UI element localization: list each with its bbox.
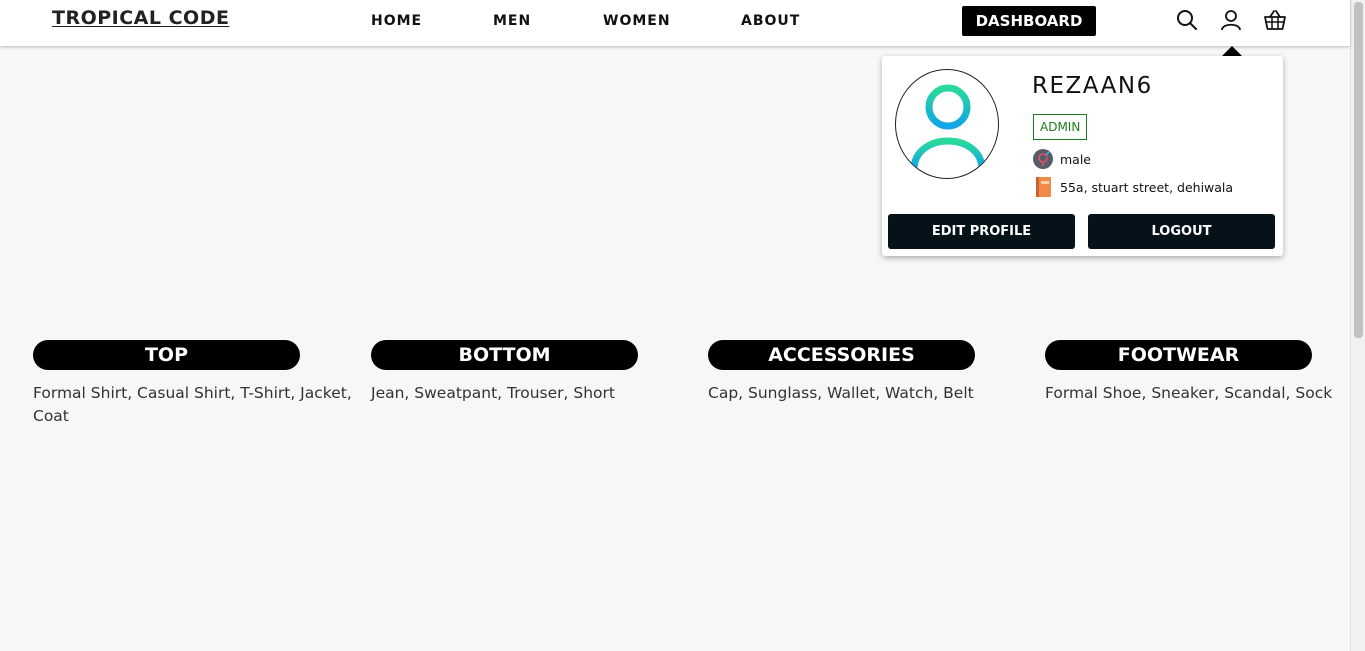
- avatar: [895, 69, 999, 179]
- gender-text: male: [1060, 151, 1091, 167]
- address-text: 55a, stuart street, dehiwala: [1060, 179, 1234, 195]
- gender-icon: [1033, 149, 1053, 169]
- role-badge: ADMIN: [1033, 114, 1088, 140]
- category-items-accessories: Cap, Sunglass, Wallet, Watch, Belt: [708, 384, 974, 402]
- username: REZAAN6: [1032, 73, 1153, 99]
- category-title-accessories[interactable]: ACCESSORIES: [708, 340, 975, 370]
- search-icon[interactable]: [1175, 8, 1199, 32]
- category-items-bottom: Jean, Sweatpant, Trouser, Short: [371, 384, 615, 402]
- gender-row: male: [1033, 149, 1091, 169]
- address-row: 55a, stuart street, dehiwala: [1033, 177, 1233, 197]
- dashboard-button[interactable]: DASHBOARD: [962, 6, 1096, 36]
- user-icon[interactable]: [1219, 8, 1243, 32]
- category-top: TOP Formal Shirt, Casual Shirt, T-Shirt,…: [33, 340, 363, 428]
- nav-women[interactable]: WOMEN: [603, 13, 671, 29]
- category-accessories: ACCESSORIES Cap, Sunglass, Wallet, Watch…: [708, 340, 1038, 405]
- nav-home[interactable]: HOME: [371, 13, 422, 29]
- edit-profile-button[interactable]: EDIT PROFILE: [888, 214, 1075, 249]
- category-title-footwear[interactable]: FOOTWEAR: [1045, 340, 1312, 370]
- site-header: TROPICAL CODE HOME MEN WOMEN ABOUT DASHB…: [0, 0, 1350, 46]
- category-items-footwear: Formal Shoe, Sneaker, Scandal, Sock: [1045, 384, 1333, 402]
- address-book-icon: [1033, 177, 1053, 197]
- popup-caret: [1222, 46, 1242, 56]
- site-logo[interactable]: TROPICAL CODE: [52, 7, 229, 29]
- profile-popup: REZAAN6 ADMIN male 55a, stuart street, d…: [882, 56, 1283, 256]
- nav-men[interactable]: MEN: [493, 13, 531, 29]
- logout-button[interactable]: LOGOUT: [1088, 214, 1275, 249]
- category-items-top: Formal Shirt, Casual Shirt, T-Shirt, Jac…: [33, 384, 352, 425]
- category-bottom: BOTTOM Jean, Sweatpant, Trouser, Short: [371, 340, 701, 405]
- basket-icon[interactable]: [1263, 8, 1287, 32]
- category-footwear: FOOTWEAR Formal Shoe, Sneaker, Scandal, …: [1045, 340, 1345, 405]
- category-title-top[interactable]: TOP: [33, 340, 300, 370]
- nav-about[interactable]: ABOUT: [741, 13, 800, 29]
- page-scrollbar[interactable]: [1350, 0, 1365, 651]
- scrollbar-thumb[interactable]: [1354, 2, 1363, 338]
- avatar-user-icon: [910, 84, 986, 169]
- category-title-bottom[interactable]: BOTTOM: [371, 340, 638, 370]
